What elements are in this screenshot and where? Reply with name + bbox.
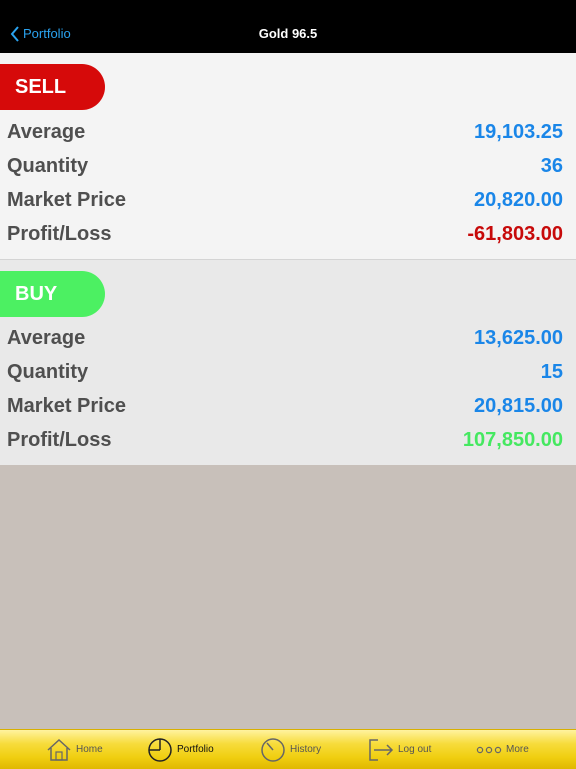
tab-label[interactable]: Log out [398, 744, 431, 755]
more-icon [476, 746, 502, 753]
row-value: 107,850.00 [462, 428, 563, 451]
tab-label[interactable]: More [506, 744, 529, 755]
sell-row-market-price: Market Price 20,820.00 [7, 183, 563, 217]
tab-bar: Home Portfolio History Log out More [0, 729, 576, 769]
pie-chart-icon [148, 737, 172, 762]
back-button-label[interactable]: Portfolio [23, 12, 71, 41]
tab-label[interactable]: Portfolio [177, 744, 214, 755]
row-value: 20,815.00 [474, 394, 563, 417]
row-label: Profit/Loss [7, 428, 112, 451]
row-value: 15 [540, 360, 563, 383]
row-value: -61,803.00 [467, 222, 563, 245]
tab-more[interactable]: More [476, 730, 529, 769]
tab-portfolio[interactable]: Portfolio [147, 730, 214, 769]
buy-row-average: Average 13,625.00 [7, 321, 563, 355]
tab-history[interactable]: History [260, 730, 321, 769]
tab-label[interactable]: History [290, 744, 321, 755]
back-button[interactable]: Portfolio [10, 0, 71, 53]
row-label: Quantity [7, 154, 89, 177]
buy-row-profit-loss: Profit/Loss 107,850.00 [7, 423, 563, 457]
clock-icon [261, 737, 285, 762]
tab-label[interactable]: Home [76, 744, 103, 755]
navigation-bar: Portfolio Gold 96.5 [0, 0, 576, 53]
row-value: 36 [540, 154, 563, 177]
page-title: Gold 96.5 [258, 26, 318, 41]
row-label: Market Price [7, 394, 126, 417]
row-value: 20,820.00 [474, 188, 563, 211]
row-label: Average [7, 326, 86, 349]
row-value: 19,103.25 [474, 120, 563, 143]
sell-row-quantity: Quantity 36 [7, 149, 563, 183]
logout-icon [369, 738, 394, 761]
sell-badge[interactable]: SELL [0, 64, 105, 110]
row-label: Quantity [7, 360, 89, 383]
row-value: 13,625.00 [474, 326, 563, 349]
chevron-left-icon [10, 25, 19, 42]
row-label: Profit/Loss [7, 222, 112, 245]
buy-section: BUY Average 13,625.00 Quantity 15 Market… [0, 260, 576, 465]
buy-row-quantity: Quantity 15 [7, 355, 563, 389]
sell-row-average: Average 19,103.25 [7, 115, 563, 149]
buy-badge[interactable]: BUY [0, 271, 105, 317]
sell-row-profit-loss: Profit/Loss -61,803.00 [7, 217, 563, 251]
buy-row-market-price: Market Price 20,815.00 [7, 389, 563, 423]
tab-home[interactable]: Home [46, 730, 103, 769]
row-label: Average [7, 120, 86, 143]
tab-logout[interactable]: Log out [368, 730, 431, 769]
row-label: Market Price [7, 188, 126, 211]
home-icon [47, 738, 71, 761]
sell-section: SELL Average 19,103.25 Quantity 36 Marke… [0, 53, 576, 260]
